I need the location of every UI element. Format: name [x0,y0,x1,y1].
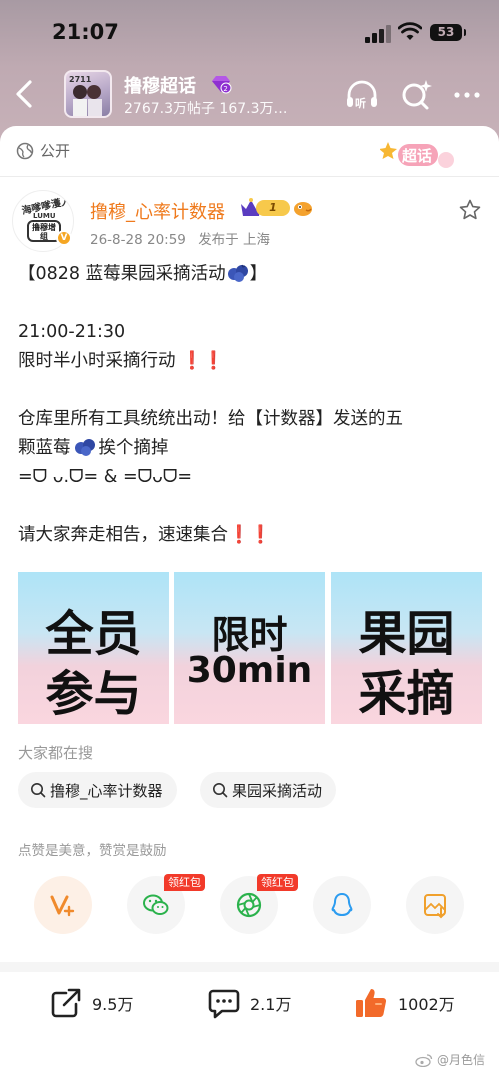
image-text: 采摘 [358,666,455,722]
wechat-icon [143,894,169,915]
thumbs-up-icon [356,989,387,1018]
weibo-watermark: @月色信 [415,1051,485,1068]
wifi-icon [398,22,422,40]
user-level-badge: 1 [256,200,290,216]
search-heading: 大家都在搜 [18,744,94,762]
topic-stats: 2767.3万帖子 167.3万… [124,101,288,117]
post-image[interactable]: 全员 参与 [18,572,169,724]
status-time: 21:07 [52,20,119,44]
repost-arrow-icon [51,988,81,1018]
svg-text:超话: 超话 [401,147,432,165]
red-packet-tag: 领红包 [164,874,205,891]
watermark-text: @月色信 [436,1053,485,1067]
bottom-action-bar: 9.5万 2.1万 1002万 @月色信 [0,972,499,1080]
globe-icon [16,142,34,159]
verified-badge-icon: V [56,230,72,246]
post-image[interactable]: 限时 30min [174,572,325,724]
search-sparkle-icon[interactable] [398,78,434,112]
post-line: =ᗜ ᴗ.ᗜ= & =ᗜᴗᗜ= [18,467,193,487]
like-button[interactable]: 1002万 [354,986,455,1020]
post-card: 公开 超话 海嗲嗲濩人 LUMU 撸穆增组 V 撸穆_心率计数器 1 26-8-… [0,126,499,962]
reward-hint: 点赞是美意，赞赏是鼓励 [18,843,167,859]
supertopic-badge[interactable]: 超话 [380,136,458,172]
post-image-grid: 全员 参与 限时 30min 果园 采摘 [18,572,482,724]
post-line: 请大家奔走相告，速速集合❗❗ [18,525,272,545]
exclamation-icons: ❗❗ [228,525,272,545]
diamond-level-icon: 2 [212,76,232,94]
battery-icon: 53 [430,24,466,41]
save-image-button[interactable] [406,876,464,934]
repost-button[interactable]: 9.5万 [50,986,133,1020]
visibility-label: 公开 [40,142,71,160]
comment-count: 2.1万 [250,995,292,1014]
author-name[interactable]: 撸穆_心率计数器 [90,198,225,224]
post-line: 限时半小时采摘行动 ❗❗ [18,351,225,371]
divider [0,176,499,177]
image-text: 30min [186,650,313,691]
post-body: 【0828 蓝莓果园采摘活动】 21:00-21:30 限时半小时采摘行动 ❗❗… [18,260,484,550]
topic-thumbnail[interactable]: 2711 [64,70,112,118]
post-line: 【0828 蓝莓果园采摘活动】 [18,264,268,284]
exclamation-icons: ❗❗ [181,351,225,371]
visibility-indicator: 公开 [16,140,70,161]
status-bar: 21:07 53 [0,0,499,62]
favorite-star-icon[interactable] [458,198,482,222]
search-chip[interactable]: 撸穆_心率计数器 [18,772,177,808]
search-chip-label: 撸穆_心率计数器 [50,781,163,800]
weibo-logo-icon [415,1053,433,1067]
save-picture-icon [424,894,446,919]
blueberry-icon [74,439,95,456]
back-arrow-icon[interactable] [12,74,38,114]
reward-button[interactable] [34,876,92,934]
cellular-signal-icon [365,25,391,43]
repost-count: 9.5万 [92,995,134,1014]
qq-icon [331,893,353,916]
like-count: 1002万 [398,995,455,1014]
headphones-listen-icon[interactable]: 听 [344,78,380,112]
svg-text:听: 听 [355,96,366,110]
topic-title[interactable]: 撸穆超话 [124,72,196,98]
search-icon [31,783,46,798]
search-chip[interactable]: 果园采摘活动 [200,772,337,808]
share-qq-button[interactable] [313,876,371,934]
section-separator [0,962,499,972]
image-text: 参与 [45,666,142,722]
moments-aperture-icon [236,892,262,918]
post-date: 26-8-28 20:59 [90,232,186,248]
post-meta: 26-8-28 20:59 发布于 上海 [90,228,278,248]
comment-bubble-icon [208,989,240,1019]
blueberry-icon [227,264,248,282]
post-line: 仓库里所有工具统统出动！给【计数器】发送的五 [18,409,403,429]
reward-v-icon [50,895,75,917]
svg-text:2711: 2711 [69,75,92,84]
topic-nav-bar: 2711 撸穆超话 2 2767.3万帖子 167.3万… 听 [0,62,499,126]
post-location: 发布于 上海 [198,232,270,248]
post-image[interactable]: 果园 采摘 [331,572,482,724]
svg-text:2: 2 [223,85,227,93]
fan-badge-icon [294,202,312,216]
search-chip-label: 果园采摘活动 [232,781,323,800]
post-line: 颗蓝莓 挨个摘掉 [18,438,169,458]
comment-button[interactable]: 2.1万 [208,986,291,1020]
avatar-text: LUMU [33,212,56,220]
red-packet-tag: 领红包 [257,874,298,891]
more-options-icon[interactable] [450,78,486,112]
post-line: 21:00-21:30 [18,322,126,342]
search-icon [213,783,228,798]
